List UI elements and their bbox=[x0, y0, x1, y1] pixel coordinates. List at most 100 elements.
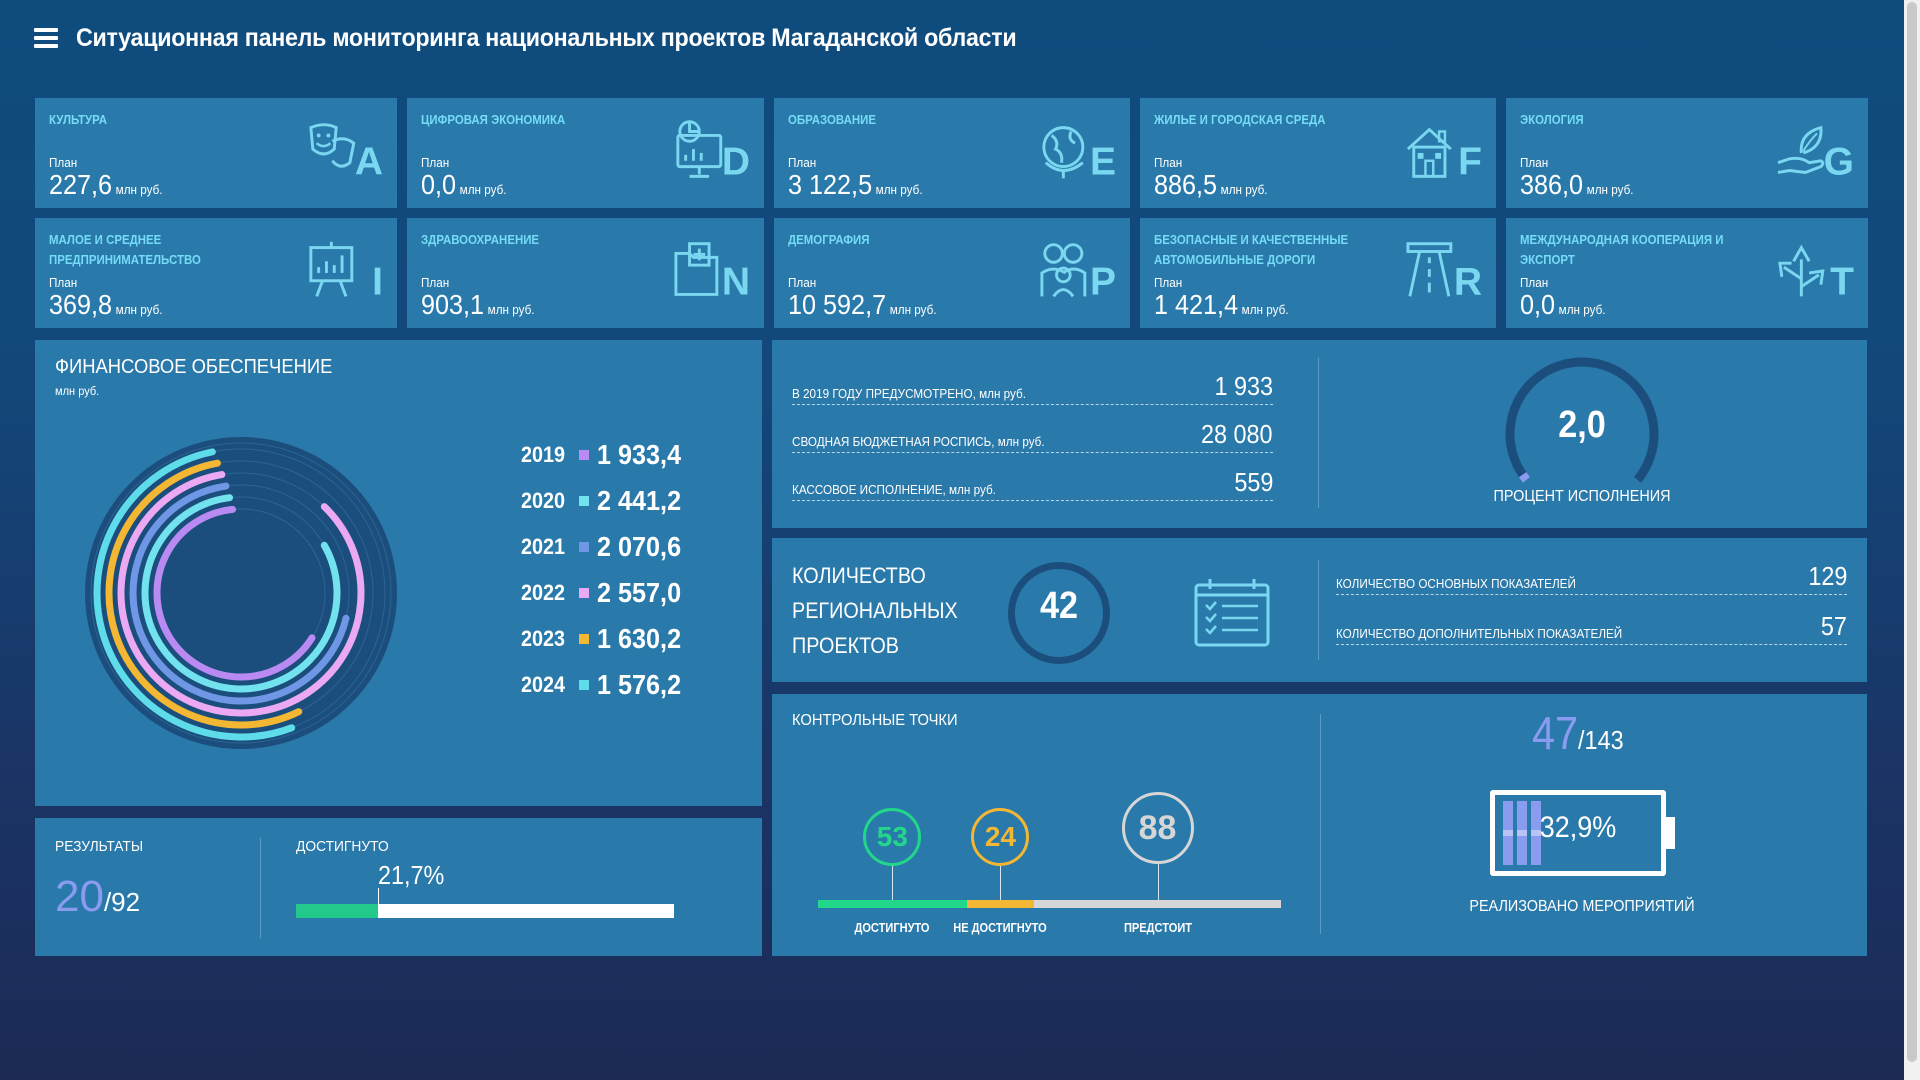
project-card[interactable]: Экология План 386,0 млн руб. G bbox=[1506, 98, 1868, 208]
indicator-row: КОЛИЧЕСТВО ДОПОЛНИТЕЛЬНЫХ ПОКАЗАТЕЛЕЙ 57 bbox=[1336, 608, 1847, 645]
checkpoint-label: ДОСТИГНУТО bbox=[854, 920, 930, 935]
budget-value: 559 bbox=[1233, 467, 1273, 497]
project-card[interactable]: Международная кооперация и экспорт План 0,… bbox=[1506, 218, 1868, 328]
checkpoint-label: ПРЕДСТОИТ bbox=[1123, 920, 1192, 935]
checkpoint-circle: 53 bbox=[863, 808, 922, 866]
finance-value: 2 070,6 bbox=[597, 531, 682, 562]
project-letter: I bbox=[372, 260, 383, 303]
plan-amount: 0,0 млн руб. bbox=[421, 169, 507, 201]
finance-year: 2023 bbox=[521, 626, 566, 651]
scrollbar-thumb[interactable] bbox=[1907, 2, 1917, 1062]
project-card[interactable]: Демография План 10 592,7 млн руб. P bbox=[774, 218, 1130, 328]
plan-amount: 10 592,7 млн руб. bbox=[788, 289, 937, 321]
family-icon: P bbox=[1040, 243, 1116, 303]
project-name: Культура bbox=[49, 112, 108, 127]
finance-row: 2019 1 933,4 bbox=[521, 439, 690, 471]
project-letter: E bbox=[1090, 140, 1116, 183]
finance-value: 1 630,2 bbox=[597, 623, 682, 654]
legend-swatch bbox=[579, 588, 589, 598]
finance-value: 1 933,4 bbox=[597, 439, 682, 470]
plan-label: План bbox=[421, 155, 450, 170]
plan-value: 903,1 bbox=[421, 289, 485, 320]
plan-amount: 0,0 млн руб. bbox=[1520, 289, 1606, 321]
events-label: РЕАЛИЗОВАНО МЕРОПРИЯТИЙ bbox=[1469, 898, 1695, 915]
divider bbox=[1320, 714, 1321, 934]
project-name: Жилье и городская среда bbox=[1154, 112, 1326, 127]
project-letter: A bbox=[355, 140, 383, 183]
divider bbox=[1318, 560, 1319, 660]
plan-unit: млн руб. bbox=[1220, 182, 1268, 197]
project-name: Безопасные и качественные автомобильные … bbox=[1154, 232, 1349, 267]
results-achieved: 20 bbox=[55, 872, 104, 921]
project-letter: P bbox=[1090, 260, 1116, 303]
budget-panel: В 2019 ГОДУ ПРЕДУСМОТРЕНО, млн руб. 1 933… bbox=[772, 340, 1867, 528]
project-letter: R bbox=[1454, 260, 1482, 303]
events-percent: 32,9% bbox=[1539, 811, 1617, 844]
scrollbar[interactable] bbox=[1904, 0, 1920, 1080]
finance-subtitle: млн руб. bbox=[55, 384, 100, 398]
results-progress-bar: 21,7% bbox=[296, 860, 674, 918]
plan-amount: 386,0 млн руб. bbox=[1520, 169, 1634, 201]
checkpoint-stem bbox=[892, 866, 894, 900]
legend-swatch bbox=[579, 634, 589, 644]
indicator-value: 129 bbox=[1807, 561, 1847, 591]
plan-label: План bbox=[788, 155, 817, 170]
battery-icon: 32,9% bbox=[1490, 790, 1675, 876]
menu-icon[interactable] bbox=[34, 28, 58, 48]
plan-value: 3 122,5 bbox=[788, 169, 873, 200]
project-card[interactable]: Культура План 227,6 млн руб. A bbox=[35, 98, 397, 208]
plan-value: 369,8 bbox=[49, 289, 113, 320]
computer-chart-icon: D bbox=[676, 120, 750, 183]
globe-icon: E bbox=[1042, 126, 1116, 183]
medical-folder-icon: N bbox=[674, 242, 750, 303]
road-icon: R bbox=[1406, 242, 1482, 303]
plan-value: 386,0 bbox=[1520, 169, 1584, 200]
battery-terminal bbox=[1666, 817, 1675, 849]
regional-title-line: РЕГИОНАЛЬНЫХ bbox=[792, 598, 958, 623]
checkpoint-bar-segment bbox=[966, 900, 1035, 908]
project-card[interactable]: Жилье и городская среда План 886,5 млн руб.… bbox=[1140, 98, 1496, 208]
budget-value: 1 933 bbox=[1214, 371, 1273, 401]
plan-unit: млн руб. bbox=[875, 182, 923, 197]
plan-value: 227,6 bbox=[49, 169, 113, 200]
checkpoint-value: 53 bbox=[876, 821, 908, 852]
project-card[interactable]: Цифровая экономика План 0,0 млн руб. D bbox=[407, 98, 764, 208]
plan-value: 0,0 bbox=[1520, 289, 1556, 320]
results-progress-fill bbox=[296, 904, 379, 918]
page-title: Ситуационная панель мониторинга национал… bbox=[76, 23, 1017, 52]
gauge-fill bbox=[1518, 472, 1531, 483]
gauge-value: 2,0 bbox=[1558, 404, 1606, 446]
checkpoints-panel: КОНТРОЛЬНЫЕ ТОЧКИ 53 ДОСТИГНУТО 24 НЕ ДОСТИ… bbox=[772, 694, 1867, 956]
project-name: Экология bbox=[1520, 112, 1584, 127]
legend-swatch bbox=[579, 542, 589, 552]
project-name: Демография bbox=[788, 232, 870, 247]
project-card[interactable]: Здравоохранение План 903,1 млн руб. N bbox=[407, 218, 764, 328]
plan-unit: млн руб. bbox=[1241, 302, 1289, 317]
project-name: Цифровая экономика bbox=[421, 112, 566, 127]
plan-label: План bbox=[49, 275, 78, 290]
plan-label: План bbox=[1520, 275, 1549, 290]
project-card[interactable]: Малое и среднее предпринимательство План 3… bbox=[35, 218, 397, 328]
export-arrows-icon: T bbox=[1778, 244, 1854, 303]
divider bbox=[1318, 358, 1319, 508]
events-total: /143 bbox=[1578, 725, 1624, 755]
plan-label: План bbox=[1520, 155, 1549, 170]
budget-label: В 2019 ГОДУ ПРЕДУСМОТРЕНО, млн руб. bbox=[792, 386, 1026, 401]
plan-label: План bbox=[788, 275, 817, 290]
results-count: 20/92 bbox=[55, 872, 140, 922]
project-letter: G bbox=[1824, 140, 1854, 183]
plan-amount: 227,6 млн руб. bbox=[49, 169, 163, 201]
plan-amount: 1 421,4 млн руб. bbox=[1154, 289, 1289, 321]
results-title: РЕЗУЛЬТАТЫ bbox=[55, 838, 144, 855]
plan-value: 886,5 bbox=[1154, 169, 1218, 200]
regional-title-line: ПРОЕКТОВ bbox=[792, 633, 899, 658]
plan-unit: млн руб. bbox=[889, 302, 937, 317]
project-card[interactable]: Образование План 3 122,5 млн руб. E bbox=[774, 98, 1130, 208]
indicator-label: КОЛИЧЕСТВО ОСНОВНЫХ ПОКАЗАТЕЛЕЙ bbox=[1336, 576, 1576, 591]
regional-panel: КОЛИЧЕСТВО РЕГИОНАЛЬНЫХ ПРОЕКТОВ 42 КОЛИ… bbox=[772, 538, 1867, 682]
finance-value: 1 576,2 bbox=[597, 669, 682, 700]
project-card[interactable]: Безопасные и качественные автомобильные … bbox=[1140, 218, 1496, 328]
budget-label: СВОДНАЯ БЮДЖЕТНАЯ РОСПИСЬ, млн руб. bbox=[792, 434, 1045, 449]
finance-year: 2019 bbox=[521, 442, 566, 467]
finance-value: 2 441,2 bbox=[597, 485, 682, 516]
